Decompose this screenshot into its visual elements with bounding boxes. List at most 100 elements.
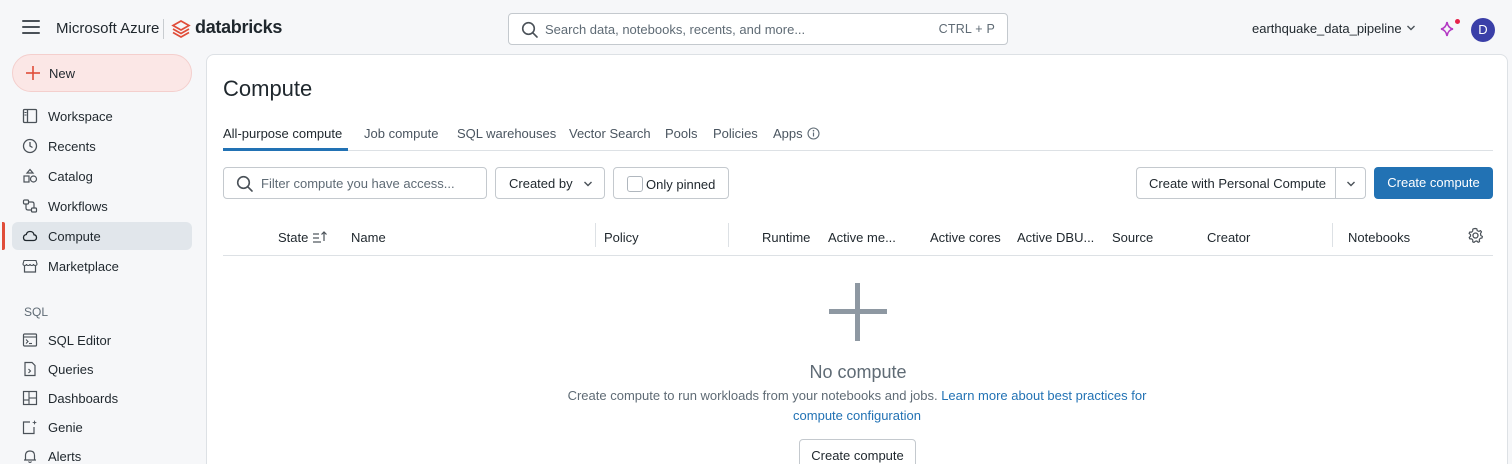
add-placeholder-icon	[829, 283, 887, 341]
column-name[interactable]: Name	[351, 230, 386, 245]
chevron-down-icon	[1347, 181, 1355, 187]
tab-sql-warehouses[interactable]: SQL warehouses	[457, 126, 556, 141]
tab-policies[interactable]: Policies	[713, 126, 758, 141]
personal-compute-dropdown[interactable]	[1335, 167, 1366, 199]
filter-placeholder: Filter compute you have access...	[261, 176, 455, 191]
sidebar-item-label: Genie	[48, 420, 83, 435]
column-state[interactable]: State	[278, 230, 308, 245]
global-search-input[interactable]: Search data, notebooks, recents, and mor…	[508, 13, 1008, 45]
sidebar-item-label: Workflows	[48, 199, 108, 214]
chevron-down-icon	[584, 181, 592, 187]
sidebar-item-recents[interactable]: Recents	[12, 132, 192, 160]
column-active-cores[interactable]: Active cores	[930, 230, 1001, 245]
active-tab-indicator	[223, 148, 348, 151]
sidebar-item-label: Queries	[48, 362, 94, 377]
sidebar-item-genie[interactable]: Genie	[12, 413, 192, 441]
workspace-icon	[22, 108, 38, 124]
sidebar-item-label: Workspace	[48, 109, 113, 124]
genie-icon	[22, 420, 37, 435]
empty-state-title: No compute	[809, 362, 907, 382]
sidebar-item-alerts[interactable]: Alerts	[12, 442, 192, 464]
sidebar-item-label: Catalog	[48, 169, 93, 184]
tab-apps[interactable]: Apps	[773, 126, 803, 141]
tab-pools[interactable]: Pools	[665, 126, 698, 141]
notification-dot	[1455, 19, 1460, 24]
search-shortcut: CTRL + P	[938, 22, 995, 36]
empty-state-description: Create compute to run workloads from you…	[557, 386, 1157, 426]
sidebar-item-label: Recents	[48, 139, 96, 154]
tab-vector-search[interactable]: Vector Search	[569, 126, 651, 141]
column-source[interactable]: Source	[1112, 230, 1153, 245]
active-indicator	[2, 222, 5, 250]
empty-state-text: Create compute to run workloads from you…	[567, 388, 938, 403]
new-button[interactable]: New	[12, 54, 192, 92]
assistant-sparkle-icon[interactable]	[1439, 20, 1455, 38]
bell-icon	[24, 450, 36, 464]
sidebar-item-sql-editor[interactable]: SQL Editor	[12, 326, 192, 354]
column-creator[interactable]: Creator	[1207, 230, 1250, 245]
store-icon	[22, 259, 38, 273]
create-personal-compute-label: Create with Personal Compute	[1149, 176, 1327, 191]
only-pinned-checkbox[interactable]	[627, 176, 643, 192]
sql-editor-icon	[22, 333, 38, 347]
sidebar-item-compute[interactable]: Compute	[12, 222, 192, 250]
sidebar-item-label: Marketplace	[48, 259, 119, 274]
plus-icon	[26, 66, 40, 80]
sidebar-item-label: Dashboards	[48, 391, 119, 406]
search-icon	[236, 175, 253, 192]
sidebar-item-workspace[interactable]: Workspace	[12, 102, 192, 130]
sidebar-item-label: Alerts	[48, 449, 82, 464]
dashboards-icon	[22, 390, 38, 406]
sidebar: New Workspace Recents Catalog Workflows …	[0, 54, 206, 464]
only-pinned-toggle[interactable]: Only pinned	[613, 167, 729, 199]
catalog-icon	[23, 168, 38, 183]
column-runtime[interactable]: Runtime	[762, 230, 810, 245]
menu-icon[interactable]	[22, 20, 40, 36]
sort-ascending-icon[interactable]	[312, 230, 328, 244]
azure-brand-label: Microsoft Azure	[56, 20, 160, 37]
main-panel: Compute All-purpose compute Job compute …	[206, 54, 1508, 464]
sidebar-item-queries[interactable]: Queries	[12, 355, 192, 383]
sidebar-item-label: SQL Editor	[48, 333, 112, 348]
page-title: Compute	[223, 76, 313, 101]
clock-icon	[22, 138, 38, 154]
workspace-switcher[interactable]: earthquake_data_pipeline	[1252, 21, 1402, 36]
databricks-logo-icon	[171, 20, 191, 38]
sidebar-item-workflows[interactable]: Workflows	[12, 192, 192, 220]
top-bar: Microsoft Azure databricks Search data, …	[0, 0, 1512, 56]
table-header: State Name Policy Runtime Active me... A…	[223, 219, 1493, 256]
sql-section-label: SQL	[24, 305, 49, 319]
gear-icon[interactable]	[1467, 227, 1484, 244]
avatar[interactable]: D	[1471, 18, 1495, 42]
created-by-dropdown[interactable]: Created by	[495, 167, 605, 199]
column-policy[interactable]: Policy	[604, 230, 639, 245]
sidebar-item-label: Compute	[48, 229, 101, 244]
column-notebooks[interactable]: Notebooks	[1348, 230, 1410, 245]
search-placeholder: Search data, notebooks, recents, and mor…	[545, 22, 806, 37]
create-personal-compute-button[interactable]: Create with Personal Compute	[1136, 167, 1335, 199]
created-by-label: Created by	[509, 176, 573, 191]
chevron-down-icon[interactable]	[1406, 23, 1416, 33]
info-icon[interactable]	[807, 127, 820, 140]
new-button-label: New	[49, 66, 76, 81]
empty-create-compute-label: Create compute	[811, 448, 904, 463]
column-divider	[728, 223, 729, 247]
column-active-dbu[interactable]: Active DBU...	[1017, 230, 1094, 245]
sidebar-item-marketplace[interactable]: Marketplace	[12, 252, 192, 280]
tab-job-compute[interactable]: Job compute	[364, 126, 438, 141]
column-active-memory[interactable]: Active me...	[828, 230, 896, 245]
workflows-icon	[22, 199, 38, 213]
empty-create-compute-button[interactable]: Create compute	[799, 439, 916, 464]
create-compute-button[interactable]: Create compute	[1374, 167, 1493, 199]
sidebar-item-catalog[interactable]: Catalog	[12, 162, 192, 190]
queries-icon	[24, 361, 36, 377]
column-divider	[1332, 223, 1333, 247]
search-icon	[521, 21, 538, 38]
cloud-icon	[22, 230, 38, 242]
column-divider	[595, 223, 596, 247]
only-pinned-label: Only pinned	[646, 177, 716, 192]
sidebar-item-dashboards[interactable]: Dashboards	[12, 384, 192, 412]
brand-divider	[163, 19, 164, 39]
filter-compute-input[interactable]: Filter compute you have access...	[223, 167, 487, 199]
tab-all-purpose-compute[interactable]: All-purpose compute	[223, 126, 342, 141]
